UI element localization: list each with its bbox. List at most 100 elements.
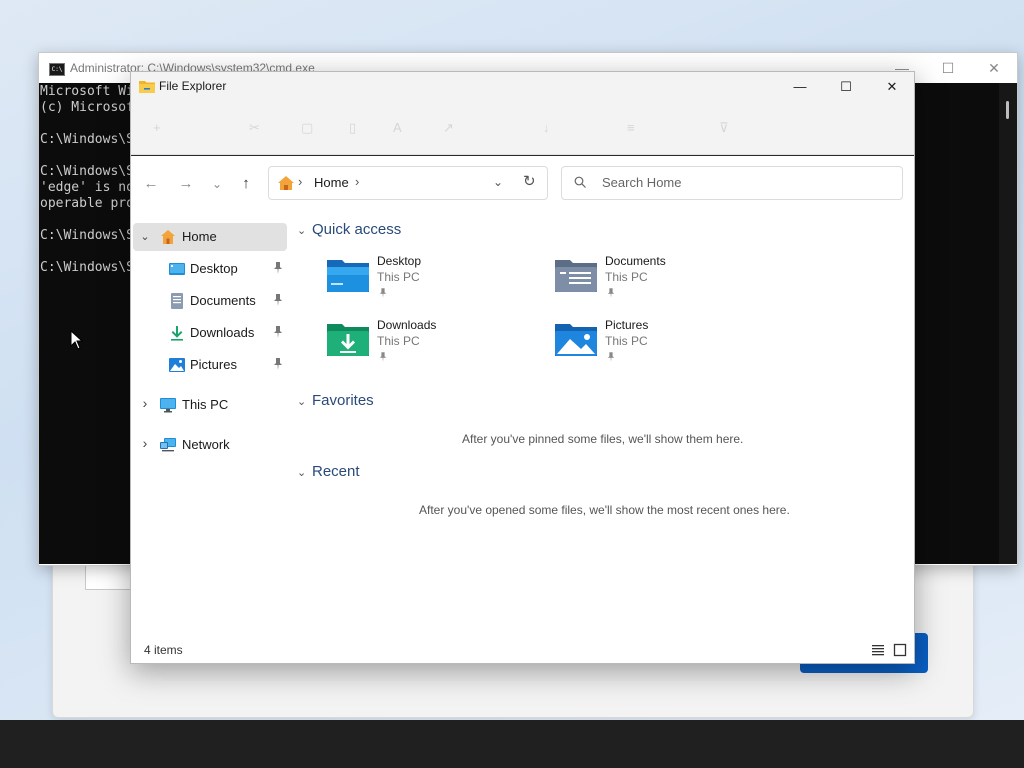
tiles-view-icon[interactable] — [893, 643, 907, 657]
address-dropdown-button[interactable]: ⌄ — [493, 175, 503, 189]
pin-icon — [607, 352, 615, 362]
copy-icon[interactable]: ▢ — [301, 120, 313, 135]
background-dialog-field[interactable] — [85, 562, 135, 590]
home-icon — [161, 230, 175, 244]
pin-icon — [379, 288, 387, 298]
quick-access-name: Downloads — [377, 318, 437, 332]
quick-access-name: Documents — [605, 254, 666, 268]
address-separator[interactable]: › — [298, 174, 302, 189]
explorer-command-bar: + ✂ ▢ ▯ A ↗ ↓ ≡ ⊽ — [131, 102, 914, 155]
cmd-close-button[interactable]: ✕ — [971, 53, 1017, 83]
file-explorer-window[interactable]: File Explorer — ☐ ✕ + ✂ ▢ ▯ A ↗ ↓ ≡ ⊽ ← … — [130, 71, 915, 664]
explorer-close-button[interactable]: ✕ — [869, 72, 915, 102]
sidebar-item-label: Home — [182, 229, 217, 244]
quick-access-item-downloads[interactable]: Downloads This PC — [327, 316, 547, 366]
chevron-down-icon[interactable]: ⌄ — [297, 395, 306, 408]
item-count: 4 items — [144, 643, 183, 657]
desktop-folder-icon — [327, 260, 369, 292]
quick-access-item-desktop[interactable]: Desktop This PC — [327, 252, 547, 302]
refresh-button[interactable]: ↻ — [523, 172, 536, 190]
cmd-line: Microsoft Wi — [40, 84, 134, 99]
pin-icon[interactable] — [273, 326, 283, 338]
explorer-window-title: File Explorer — [159, 79, 227, 93]
cut-icon[interactable]: ✂ — [249, 120, 260, 135]
new-icon[interactable]: + — [153, 120, 161, 135]
sidebar-item-label: Desktop — [190, 261, 238, 276]
search-placeholder: Search Home — [602, 175, 682, 190]
sidebar-item-label: Pictures — [190, 357, 237, 372]
favorites-empty-message: After you've pinned some files, we'll sh… — [462, 432, 744, 446]
sidebar-item-home[interactable]: ⌄ Home — [133, 223, 287, 251]
forward-button[interactable]: → — [175, 173, 197, 195]
share-icon[interactable]: ↗ — [443, 120, 454, 135]
explorer-titlebar[interactable]: File Explorer — ☐ ✕ — [131, 72, 914, 102]
chevron-down-icon[interactable]: ⌄ — [297, 224, 306, 237]
explorer-maximize-button[interactable]: ☐ — [823, 72, 869, 102]
quick-access-location: This PC — [377, 270, 420, 284]
cmd-scrollbar-thumb[interactable] — [1006, 101, 1009, 119]
chevron-right-icon[interactable]: › — [139, 435, 151, 451]
quick-access-name: Pictures — [605, 318, 649, 332]
sidebar-item-network[interactable]: › Network — [133, 431, 287, 459]
cmd-line: C:\Windows\S — [40, 164, 134, 179]
cmd-line: operable pro — [40, 196, 134, 211]
chevron-down-icon[interactable]: ⌄ — [297, 466, 306, 479]
pin-icon[interactable] — [273, 262, 283, 274]
cmd-line: (c) Microsof — [40, 100, 134, 115]
recent-empty-message: After you've opened some files, we'll sh… — [419, 503, 790, 517]
address-bar[interactable]: › Home › ⌄ ↻ — [268, 166, 548, 200]
view-icon[interactable]: ≡ — [627, 120, 635, 135]
pin-icon[interactable] — [273, 294, 283, 306]
rename-icon[interactable]: A — [393, 120, 402, 135]
taskbar — [0, 720, 1024, 768]
sort-icon[interactable]: ↓ — [543, 120, 550, 135]
explorer-minimize-button[interactable]: — — [777, 72, 823, 102]
quick-access-item-pictures[interactable]: Pictures This PC — [555, 316, 775, 366]
pictures-icon — [169, 358, 185, 372]
filter-icon[interactable]: ⊽ — [719, 120, 729, 135]
cmd-scrollbar[interactable] — [999, 83, 1017, 564]
explorer-navigation-bar: ← → ⌄ ↑ › Home › ⌄ ↻ Search Home — [131, 155, 914, 210]
paste-icon[interactable]: ▯ — [349, 120, 356, 135]
pin-icon — [607, 288, 615, 298]
sidebar-item-downloads[interactable]: Downloads — [133, 319, 287, 347]
cmd-maximize-button[interactable]: ☐ — [925, 53, 971, 83]
pictures-folder-icon — [555, 324, 597, 356]
quick-access-name: Desktop — [377, 254, 422, 268]
recent-locations-button[interactable]: ⌄ — [206, 173, 228, 195]
sidebar-item-this-pc[interactable]: › This PC — [133, 391, 287, 419]
up-button[interactable]: ↑ — [235, 173, 257, 195]
quick-access-header[interactable]: Quick access — [312, 221, 401, 238]
pin-icon — [379, 352, 387, 362]
address-separator[interactable]: › — [355, 174, 359, 189]
chevron-right-icon[interactable]: › — [139, 395, 151, 411]
pin-icon[interactable] — [273, 358, 283, 370]
quick-access-item-documents[interactable]: Documents This PC — [555, 252, 775, 302]
navigation-pane: ⌄ Home Desktop Documents Downloads Pictu… — [131, 209, 291, 639]
sidebar-item-label: Downloads — [190, 325, 255, 340]
this-pc-icon — [160, 398, 176, 413]
status-bar: 4 items — [131, 639, 914, 663]
cmd-line: C:\Windows\S — [40, 132, 134, 147]
network-icon — [160, 438, 176, 452]
documents-folder-icon — [555, 260, 597, 292]
mouse-cursor-icon — [70, 330, 84, 350]
details-view-icon[interactable] — [871, 643, 885, 657]
search-icon — [574, 176, 586, 188]
sidebar-item-label: Network — [182, 437, 230, 452]
back-button[interactable]: ← — [140, 173, 162, 195]
quick-access-location: This PC — [605, 334, 648, 348]
address-location[interactable]: Home — [314, 175, 349, 190]
search-input[interactable]: Search Home — [561, 166, 903, 200]
sidebar-item-pictures[interactable]: Pictures — [133, 351, 287, 379]
folder-icon — [139, 81, 155, 93]
quick-access-location: This PC — [377, 334, 420, 348]
sidebar-item-label: Documents — [190, 293, 256, 308]
sidebar-item-documents[interactable]: Documents — [133, 287, 287, 315]
cmd-app-icon: C:\ — [49, 63, 65, 76]
favorites-header[interactable]: Favorites — [312, 392, 374, 409]
chevron-down-icon[interactable]: ⌄ — [139, 230, 151, 243]
sidebar-item-desktop[interactable]: Desktop — [133, 255, 287, 283]
recent-header[interactable]: Recent — [312, 463, 360, 480]
cmd-line: C:\Windows\S — [40, 260, 134, 275]
